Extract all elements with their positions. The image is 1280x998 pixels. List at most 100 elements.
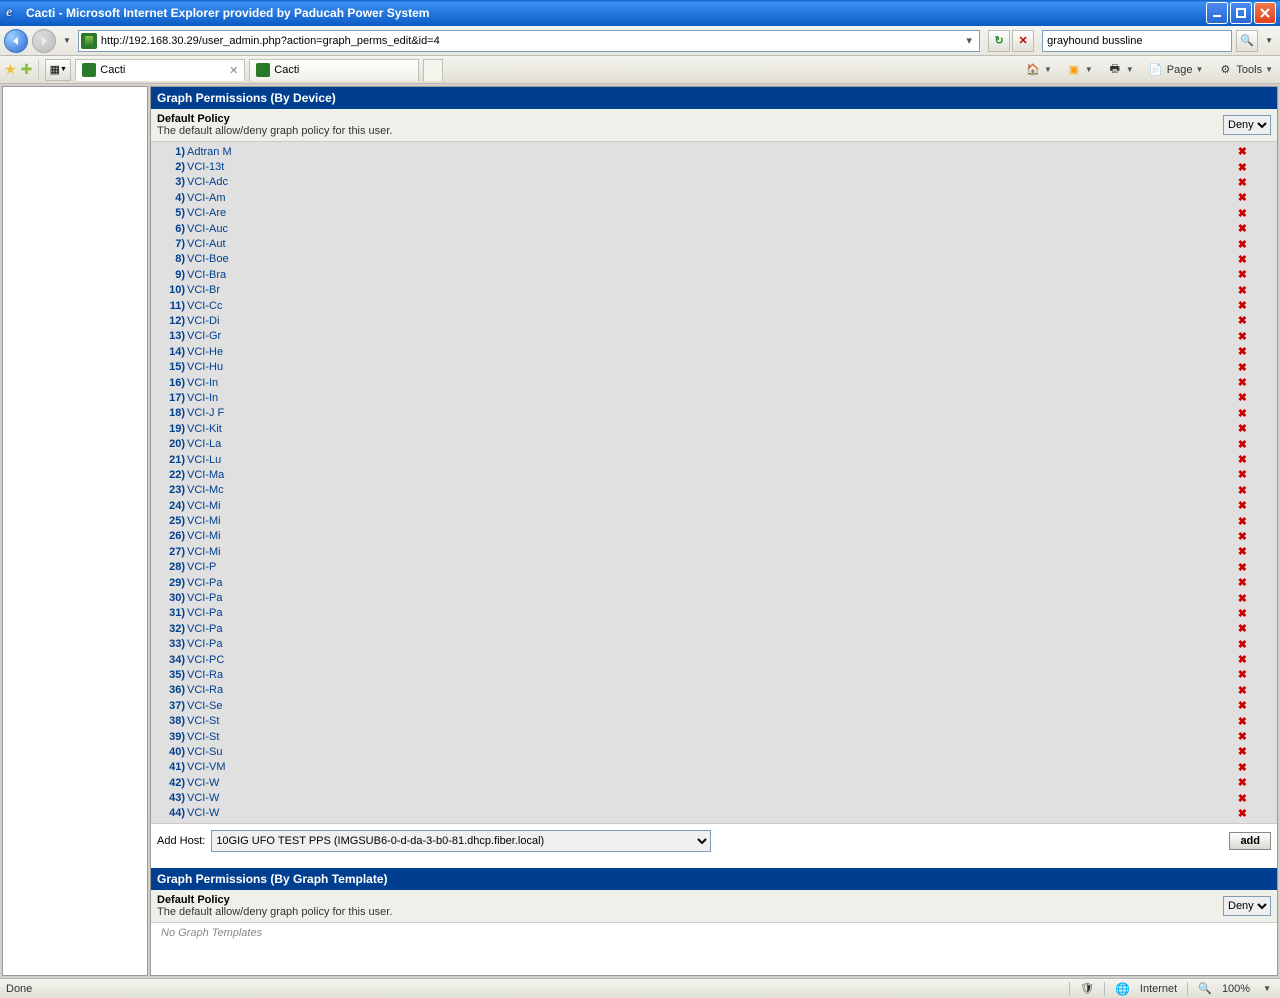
- favorites-icon[interactable]: ★: [4, 61, 17, 78]
- delete-icon[interactable]: ✖: [1238, 468, 1271, 481]
- device-name-link[interactable]: VCI-W: [187, 777, 232, 789]
- device-name-link[interactable]: VCI-Mi: [187, 515, 232, 527]
- device-name-link[interactable]: VCI-Br: [187, 284, 232, 296]
- device-name-link[interactable]: VCI-Mi: [187, 546, 232, 558]
- delete-icon[interactable]: ✖: [1238, 438, 1271, 451]
- delete-icon[interactable]: ✖: [1238, 145, 1271, 158]
- device-name-link[interactable]: VCI-Adc: [187, 176, 232, 188]
- delete-icon[interactable]: ✖: [1238, 299, 1271, 312]
- delete-icon[interactable]: ✖: [1238, 776, 1271, 789]
- feeds-button[interactable]: ▣▼: [1063, 60, 1096, 80]
- device-name-link[interactable]: VCI-Auc: [187, 223, 232, 235]
- main-panel[interactable]: Graph Permissions (By Device) Default Po…: [150, 86, 1278, 976]
- device-name-link[interactable]: VCI-Gr: [187, 330, 232, 342]
- delete-icon[interactable]: ✖: [1238, 792, 1271, 805]
- delete-icon[interactable]: ✖: [1238, 207, 1271, 220]
- device-name-link[interactable]: VCI-Ra: [187, 684, 232, 696]
- device-name-link[interactable]: VCI-W: [187, 807, 232, 819]
- stop-button[interactable]: ✕: [1012, 30, 1034, 52]
- delete-icon[interactable]: ✖: [1238, 222, 1271, 235]
- delete-icon[interactable]: ✖: [1238, 330, 1271, 343]
- tools-menu[interactable]: ⚙Tools▼: [1214, 60, 1276, 80]
- delete-icon[interactable]: ✖: [1238, 422, 1271, 435]
- delete-icon[interactable]: ✖: [1238, 638, 1271, 651]
- device-name-link[interactable]: VCI-In: [187, 377, 232, 389]
- delete-icon[interactable]: ✖: [1238, 268, 1271, 281]
- delete-icon[interactable]: ✖: [1238, 715, 1271, 728]
- device-name-link[interactable]: VCI-St: [187, 731, 232, 743]
- add-favorites-icon[interactable]: ✚: [21, 61, 33, 78]
- delete-icon[interactable]: ✖: [1238, 515, 1271, 528]
- tab-cacti-1[interactable]: Cacti ✕: [75, 59, 245, 81]
- delete-icon[interactable]: ✖: [1238, 407, 1271, 420]
- delete-icon[interactable]: ✖: [1238, 653, 1271, 666]
- delete-icon[interactable]: ✖: [1238, 576, 1271, 589]
- print-button[interactable]: 🖶▼: [1104, 60, 1137, 80]
- delete-icon[interactable]: ✖: [1238, 284, 1271, 297]
- delete-icon[interactable]: ✖: [1238, 191, 1271, 204]
- refresh-button[interactable]: ↻: [988, 30, 1010, 52]
- tab-cacti-2[interactable]: Cacti: [249, 59, 419, 81]
- device-name-link[interactable]: VCI-St: [187, 715, 232, 727]
- delete-icon[interactable]: ✖: [1238, 761, 1271, 774]
- device-name-link[interactable]: VCI-Am: [187, 192, 232, 204]
- delete-icon[interactable]: ✖: [1238, 592, 1271, 605]
- device-name-link[interactable]: Adtran M: [187, 146, 232, 158]
- device-name-link[interactable]: VCI-Cc: [187, 300, 232, 312]
- policy-select-device[interactable]: Deny: [1223, 115, 1271, 135]
- device-name-link[interactable]: VCI-Mc: [187, 484, 232, 496]
- device-name-link[interactable]: VCI-Pa: [187, 607, 232, 619]
- device-name-link[interactable]: VCI-Pa: [187, 592, 232, 604]
- device-name-link[interactable]: VCI-Pa: [187, 577, 232, 589]
- zoom-icon[interactable]: 🔍: [1198, 982, 1212, 995]
- delete-icon[interactable]: ✖: [1238, 238, 1271, 251]
- delete-icon[interactable]: ✖: [1238, 453, 1271, 466]
- delete-icon[interactable]: ✖: [1238, 376, 1271, 389]
- address-bar[interactable]: ▾: [78, 30, 980, 52]
- delete-icon[interactable]: ✖: [1238, 622, 1271, 635]
- delete-icon[interactable]: ✖: [1238, 161, 1271, 174]
- search-button[interactable]: 🔍: [1236, 30, 1258, 52]
- device-name-link[interactable]: VCI-13t: [187, 161, 232, 173]
- search-box[interactable]: [1042, 30, 1232, 52]
- new-tab-button[interactable]: [423, 59, 443, 81]
- device-name-link[interactable]: VCI-Ma: [187, 469, 232, 481]
- device-name-link[interactable]: VCI-La: [187, 438, 232, 450]
- device-name-link[interactable]: VCI-Mi: [187, 530, 232, 542]
- device-name-link[interactable]: VCI-Pa: [187, 638, 232, 650]
- delete-icon[interactable]: ✖: [1238, 668, 1271, 681]
- nav-history-dropdown[interactable]: ▼: [60, 36, 74, 45]
- search-dropdown[interactable]: ▼: [1262, 36, 1276, 45]
- tab-close-icon[interactable]: ✕: [229, 64, 238, 77]
- search-input[interactable]: [1043, 35, 1231, 47]
- quicktabs-button[interactable]: ▦▼: [45, 59, 71, 81]
- device-name-link[interactable]: VCI-J F: [187, 407, 232, 419]
- device-name-link[interactable]: VCI-Lu: [187, 454, 232, 466]
- device-name-link[interactable]: VCI-Boe: [187, 253, 232, 265]
- close-button[interactable]: [1254, 2, 1276, 24]
- forward-button[interactable]: [32, 29, 56, 53]
- device-name-link[interactable]: VCI-Su: [187, 746, 232, 758]
- device-name-link[interactable]: VCI-He: [187, 346, 232, 358]
- delete-icon[interactable]: ✖: [1238, 361, 1271, 374]
- zoom-dropdown[interactable]: ▼: [1260, 984, 1274, 993]
- device-name-link[interactable]: VCI-Di: [187, 315, 232, 327]
- delete-icon[interactable]: ✖: [1238, 530, 1271, 543]
- device-name-link[interactable]: VCI-Aut: [187, 238, 232, 250]
- device-name-link[interactable]: VCI-In: [187, 392, 232, 404]
- device-name-link[interactable]: VCI-W: [187, 792, 232, 804]
- delete-icon[interactable]: ✖: [1238, 561, 1271, 574]
- delete-icon[interactable]: ✖: [1238, 730, 1271, 743]
- device-name-link[interactable]: VCI-Pa: [187, 623, 232, 635]
- delete-icon[interactable]: ✖: [1238, 684, 1271, 697]
- zoom-level[interactable]: 100%: [1222, 983, 1250, 995]
- delete-icon[interactable]: ✖: [1238, 807, 1271, 820]
- home-button[interactable]: 🏠▼: [1022, 60, 1055, 80]
- delete-icon[interactable]: ✖: [1238, 545, 1271, 558]
- device-name-link[interactable]: VCI-Kit: [187, 423, 232, 435]
- delete-icon[interactable]: ✖: [1238, 314, 1271, 327]
- device-name-link[interactable]: VCI-Se: [187, 700, 232, 712]
- device-name-link[interactable]: VCI-Bra: [187, 269, 232, 281]
- delete-icon[interactable]: ✖: [1238, 607, 1271, 620]
- delete-icon[interactable]: ✖: [1238, 699, 1271, 712]
